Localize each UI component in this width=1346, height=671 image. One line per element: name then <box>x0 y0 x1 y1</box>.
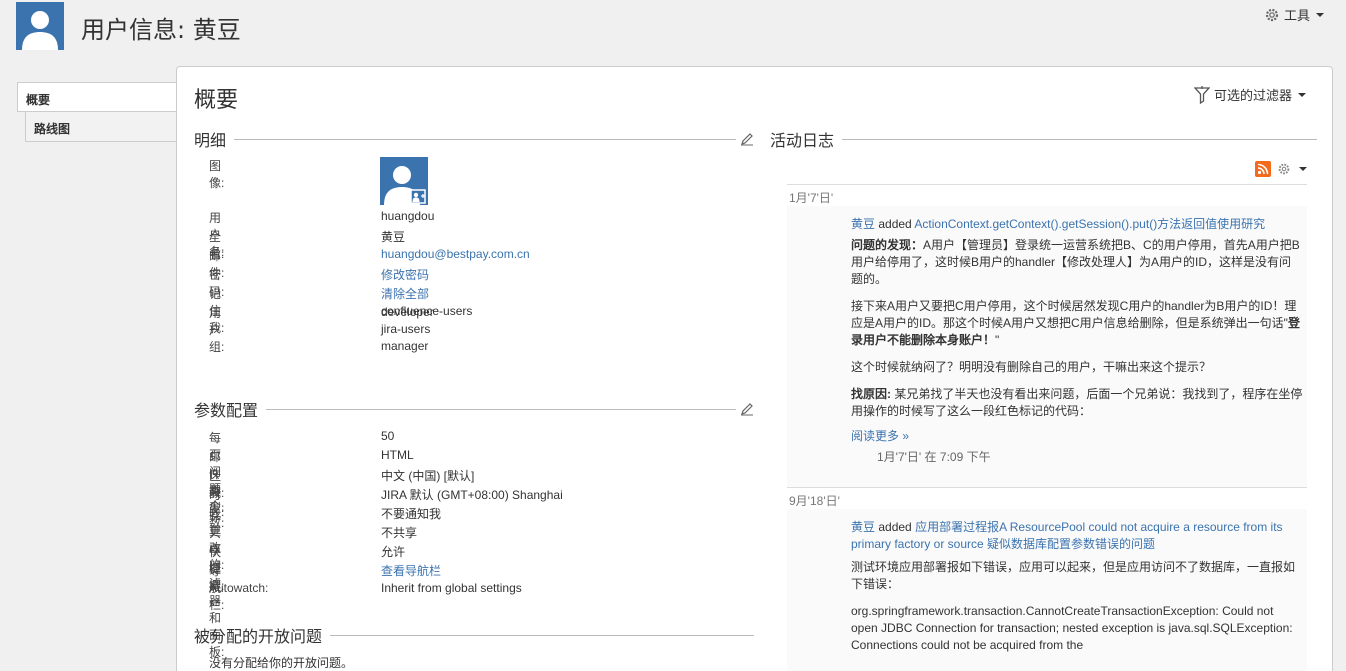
no-issues-message: 没有分配给你的开放问题。 <box>209 656 354 670</box>
activity-date-header: 1月'7'日' <box>787 184 1307 206</box>
page-title: 用户信息: 黄豆 <box>81 16 241 44</box>
activity-user-link[interactable]: 黄豆 <box>851 520 875 534</box>
assigned-section-header: 被分配的开放问题 <box>194 623 754 647</box>
filter-icon <box>1193 85 1210 104</box>
activity-paragraph: 问题的发现：A用户【管理员】登录统一运营系统把B、C的用户停用，首先A用户把B用… <box>851 238 1300 286</box>
activity-entry: 黄豆 added ActionContext.getContext().getS… <box>851 216 1303 466</box>
username-value: huangdou <box>381 209 435 223</box>
divider <box>842 138 1317 140</box>
edit-pencil-icon[interactable] <box>740 402 754 416</box>
activity-entry: 黄豆 added 应用部署过程报A ResourcePool could not… <box>851 519 1303 654</box>
activity-paragraph: org.springframework.transaction.CannotCr… <box>851 604 1293 652</box>
activity-section-header: 活动日志 <box>770 127 1317 151</box>
chevron-down-icon <box>1316 12 1324 17</box>
divider <box>330 634 754 636</box>
divider <box>266 408 736 410</box>
read-more-link[interactable]: 阅读更多 » <box>851 429 909 443</box>
filter-label: 可选的过滤器 <box>1213 88 1292 103</box>
page-header: 用户信息: 黄豆 工具 <box>0 0 1346 66</box>
activity-heading: 活动日志 <box>770 131 835 150</box>
optional-filters-button[interactable]: 可选的过滤器 <box>1193 85 1306 104</box>
details-section-header: 明细 <box>194 127 754 151</box>
rss-glyph <box>1257 163 1269 175</box>
details-heading: 明细 <box>194 131 227 150</box>
chevron-down-icon <box>1298 92 1306 97</box>
change-password-link[interactable]: 修改密码 <box>381 266 429 283</box>
profile-tabs: 概要 路线图 <box>17 82 178 142</box>
fullname-value: 黄豆 <box>381 230 406 244</box>
activity-entry-title: 黄豆 added 应用部署过程报A ResourcePool could not… <box>851 520 1283 551</box>
rss-feed-icon[interactable] <box>1255 161 1271 177</box>
read-more-row: 阅读更多 » <box>851 428 1303 445</box>
gear-icon <box>1265 8 1279 21</box>
prefs-heading: 参数配置 <box>194 401 259 420</box>
tab-roadmap[interactable]: 路线图 <box>25 112 177 142</box>
main-title: 概要 <box>194 88 239 113</box>
activity-timestamp: 1月'7'日' 在 7:09 下午 <box>877 450 991 464</box>
activity-paragraph: 接下来A用户又要把C用户停用，这个时候居然发现C用户的handler为B用户的I… <box>851 299 1300 347</box>
assigned-heading: 被分配的开放问题 <box>194 627 323 646</box>
activity-page-link[interactable]: ActionContext.getContext().getSession().… <box>914 217 1265 231</box>
activity-toolbar <box>1255 161 1307 177</box>
activity-date-header: 9月'18'日' <box>787 487 1307 509</box>
activity-paragraph: 测试环境应用部署报如下错误，应用可以起来，但是应用访问不了数据库，一直报如下错误… <box>851 560 1296 591</box>
activity-timestamp-row: 1月'7'日' 在 7:09 下午 <box>851 449 1303 466</box>
gear-icon[interactable] <box>1277 162 1291 176</box>
user-silhouette-icon <box>384 166 426 205</box>
activity-paragraph: 这个时候就纳闷了？明明没有删除自己的用户，干嘛出来这个提示？ <box>851 360 1212 374</box>
divider <box>234 138 736 140</box>
image-label: 图像: <box>209 159 225 190</box>
group-item: developer <box>381 305 434 319</box>
tab-summary[interactable]: 概要 <box>17 82 178 112</box>
chevron-down-icon[interactable] <box>1299 167 1307 171</box>
group-item: manager <box>381 339 429 353</box>
group-item: jira-users <box>381 322 431 336</box>
group-list: developer jira-users manager <box>381 304 434 355</box>
user-silhouette-icon <box>22 11 58 50</box>
activity-entry-title: 黄豆 added ActionContext.getContext().getS… <box>851 217 1266 231</box>
user-avatar[interactable] <box>380 157 428 205</box>
activity-paragraph: 找原因: 某兄弟找了半天也没有看出来问题，后面一个兄弟说：我找到了，程序在坐停用… <box>851 387 1303 418</box>
clear-all-link[interactable]: 清除全部 <box>381 285 429 302</box>
tools-menu-button[interactable]: 工具 <box>1264 5 1324 24</box>
prefs-section-header: 参数配置 <box>194 397 754 421</box>
main-panel: 概要 可选的过滤器 明细 图像: 用户名: huangdou 全名: 黄豆 邮件… <box>176 66 1333 671</box>
edit-pencil-icon[interactable] <box>740 132 754 146</box>
tools-label: 工具 <box>1283 8 1310 23</box>
activity-user-link[interactable]: 黄豆 <box>851 217 875 231</box>
email-link[interactable]: huangdou@bestpay.com.cn <box>381 247 530 261</box>
activity-page-link[interactable]: 应用部署过程报A ResourcePool could not acquire … <box>851 520 1283 551</box>
view-navbar-link[interactable]: 查看导航栏 <box>381 562 441 579</box>
user-avatar-large <box>16 2 64 50</box>
